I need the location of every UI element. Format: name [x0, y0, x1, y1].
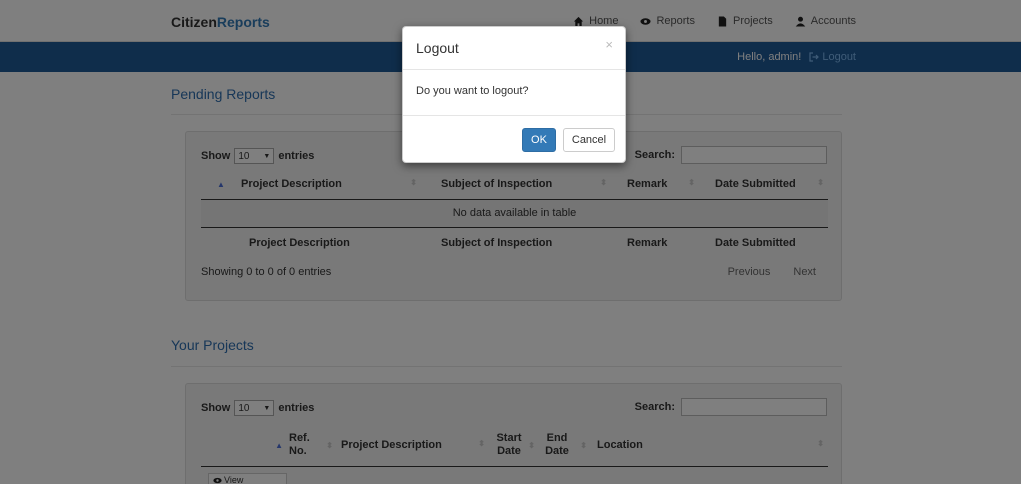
close-icon[interactable]: ×	[605, 37, 613, 52]
modal-message: Do you want to logout?	[416, 85, 529, 97]
modal-footer: OK Cancel	[403, 116, 625, 162]
modal-header: Logout ×	[403, 27, 625, 70]
modal-title: Logout	[416, 40, 459, 56]
logout-modal: Logout × Do you want to logout? OK Cance…	[402, 26, 626, 163]
ok-button[interactable]: OK	[522, 128, 556, 152]
cancel-button[interactable]: Cancel	[563, 128, 615, 152]
modal-body: Do you want to logout?	[403, 70, 625, 116]
